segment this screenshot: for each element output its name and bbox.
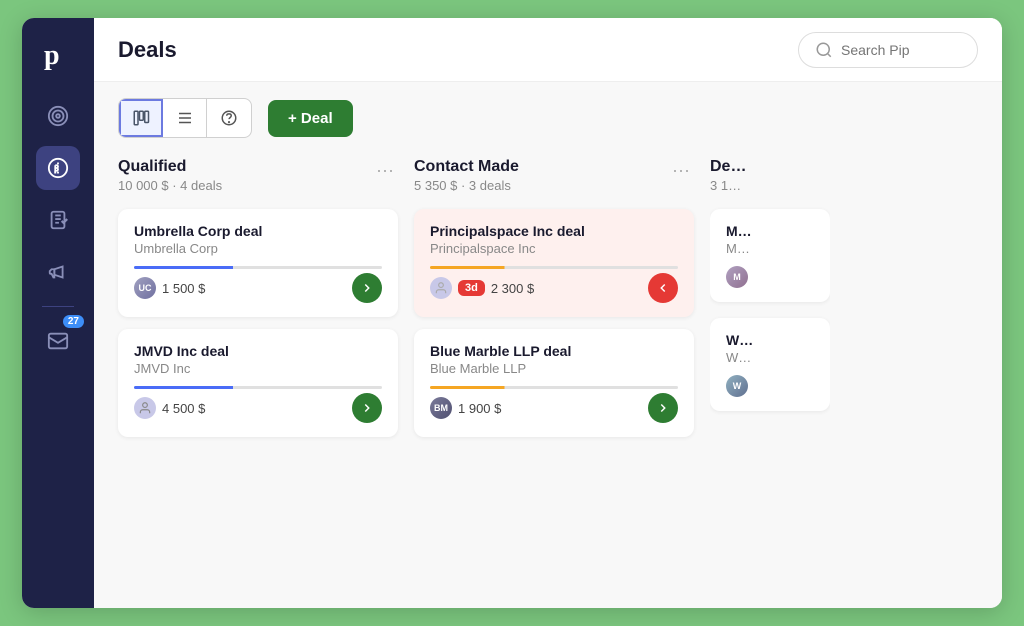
deal-progress-principalspace bbox=[430, 266, 678, 269]
column-contact-made-title: Contact Made bbox=[414, 158, 519, 176]
deal-card-demo2[interactable]: W… W… W bbox=[710, 318, 830, 411]
deal-info-blue-marble: BM 1 900 $ bbox=[430, 397, 501, 419]
deal-company-demo1: M… bbox=[726, 241, 814, 256]
column-qualified: Qualified 10 000 $ · 4 deals ··· Umbrell… bbox=[118, 154, 398, 592]
deal-back-principalspace[interactable] bbox=[648, 273, 678, 303]
sidebar-item-tasks[interactable] bbox=[36, 198, 80, 242]
deal-progress-blue-marble bbox=[430, 386, 678, 389]
sidebar-item-deals[interactable] bbox=[36, 146, 80, 190]
column-contact-made-meta: 5 350 $ · 3 deals bbox=[414, 178, 519, 193]
deal-card-umbrella[interactable]: Umbrella Corp deal Umbrella Corp UC 1 50… bbox=[118, 209, 398, 317]
deal-avatar-blue-marble: BM bbox=[430, 397, 452, 419]
deal-avatar-jmvd bbox=[134, 397, 156, 419]
deal-company-blue-marble: Blue Marble LLP bbox=[430, 361, 678, 376]
deal-card-blue-marble[interactable]: Blue Marble LLP deal Blue Marble LLP BM … bbox=[414, 329, 694, 437]
deal-advance-umbrella[interactable] bbox=[352, 273, 382, 303]
deal-title-jmvd: JMVD Inc deal bbox=[134, 343, 382, 359]
sidebar-divider bbox=[42, 306, 74, 307]
column-qualified-title: Qualified bbox=[118, 158, 222, 176]
kanban-board: Qualified 10 000 $ · 4 deals ··· Umbrell… bbox=[94, 154, 1002, 608]
app-logo[interactable]: p bbox=[38, 34, 78, 74]
deal-avatar-demo2: W bbox=[726, 375, 748, 397]
list-view-button[interactable] bbox=[163, 99, 207, 137]
mail-badge: 27 bbox=[63, 315, 84, 328]
deal-amount-blue-marble: 1 900 $ bbox=[458, 401, 501, 416]
deal-amount-jmvd: 4 500 $ bbox=[162, 401, 205, 416]
deal-footer-blue-marble: BM 1 900 $ bbox=[430, 393, 678, 423]
deal-advance-jmvd[interactable] bbox=[352, 393, 382, 423]
deal-advance-blue-marble[interactable] bbox=[648, 393, 678, 423]
kanban-view-button[interactable] bbox=[119, 99, 163, 137]
column-demo-meta: 3 1… bbox=[710, 178, 746, 193]
deal-info-jmvd: 4 500 $ bbox=[134, 397, 205, 419]
column-contact-made-header: Contact Made 5 350 $ · 3 deals ··· bbox=[414, 154, 694, 197]
sidebar-item-target[interactable] bbox=[36, 94, 80, 138]
deal-footer-jmvd: 4 500 $ bbox=[134, 393, 382, 423]
deal-company-jmvd: JMVD Inc bbox=[134, 361, 382, 376]
deal-title-principalspace: Principalspace Inc deal bbox=[430, 223, 678, 239]
deal-amount-principalspace: 2 300 $ bbox=[491, 281, 534, 296]
column-contact-made: Contact Made 5 350 $ · 3 deals ··· Princ… bbox=[414, 154, 694, 592]
column-qualified-meta: 10 000 $ · 4 deals bbox=[118, 178, 222, 193]
search-icon bbox=[815, 41, 833, 59]
main-content: Deals bbox=[94, 18, 1002, 608]
deal-company-principalspace: Principalspace Inc bbox=[430, 241, 678, 256]
smart-view-button[interactable] bbox=[207, 99, 251, 137]
toolbar: + Deal bbox=[94, 82, 1002, 154]
deal-info-umbrella: UC 1 500 $ bbox=[134, 277, 205, 299]
deal-card-demo1[interactable]: M… M… M bbox=[710, 209, 830, 302]
deal-company-demo2: W… bbox=[726, 350, 814, 365]
add-deal-button[interactable]: + Deal bbox=[268, 100, 353, 137]
sidebar-item-marketing[interactable] bbox=[36, 250, 80, 294]
overdue-badge-principalspace: 3d bbox=[458, 280, 485, 296]
deal-title-blue-marble: Blue Marble LLP deal bbox=[430, 343, 678, 359]
sidebar: p bbox=[22, 18, 94, 608]
deal-info-principalspace: 3d 2 300 $ bbox=[430, 277, 534, 299]
search-bar[interactable] bbox=[798, 32, 978, 68]
svg-text:p: p bbox=[44, 40, 60, 70]
deal-progress-umbrella bbox=[134, 266, 382, 269]
deal-title-umbrella: Umbrella Corp deal bbox=[134, 223, 382, 239]
deal-title-demo1: M… bbox=[726, 223, 814, 239]
column-qualified-menu[interactable]: ··· bbox=[372, 158, 398, 183]
deal-card-principalspace[interactable]: Principalspace Inc deal Principalspace I… bbox=[414, 209, 694, 317]
column-qualified-header: Qualified 10 000 $ · 4 deals ··· bbox=[118, 154, 398, 197]
view-toggle bbox=[118, 98, 252, 138]
deal-avatar-demo1: M bbox=[726, 266, 748, 288]
deal-footer-demo1: M bbox=[726, 266, 814, 288]
deal-card-jmvd[interactable]: JMVD Inc deal JMVD Inc 4 500 $ bbox=[118, 329, 398, 437]
deal-footer-umbrella: UC 1 500 $ bbox=[134, 273, 382, 303]
deal-avatar-umbrella: UC bbox=[134, 277, 156, 299]
column-demo-title: De… bbox=[710, 158, 746, 176]
column-demo-header: De… 3 1… bbox=[710, 154, 830, 197]
deal-title-demo2: W… bbox=[726, 332, 814, 348]
column-demo: De… 3 1… M… M… M W… W… W bbox=[710, 154, 830, 592]
top-bar: Deals bbox=[94, 18, 1002, 82]
column-contact-made-menu[interactable]: ··· bbox=[668, 158, 694, 183]
deal-amount-umbrella: 1 500 $ bbox=[162, 281, 205, 296]
search-input[interactable] bbox=[841, 42, 951, 58]
deal-footer-principalspace: 3d 2 300 $ bbox=[430, 273, 678, 303]
sidebar-item-mail[interactable]: 27 bbox=[36, 319, 80, 363]
page-title: Deals bbox=[118, 37, 177, 63]
deal-avatar-principalspace bbox=[430, 277, 452, 299]
deal-company-umbrella: Umbrella Corp bbox=[134, 241, 382, 256]
deal-footer-demo2: W bbox=[726, 375, 814, 397]
app-container: p bbox=[22, 18, 1002, 608]
deal-progress-jmvd bbox=[134, 386, 382, 389]
